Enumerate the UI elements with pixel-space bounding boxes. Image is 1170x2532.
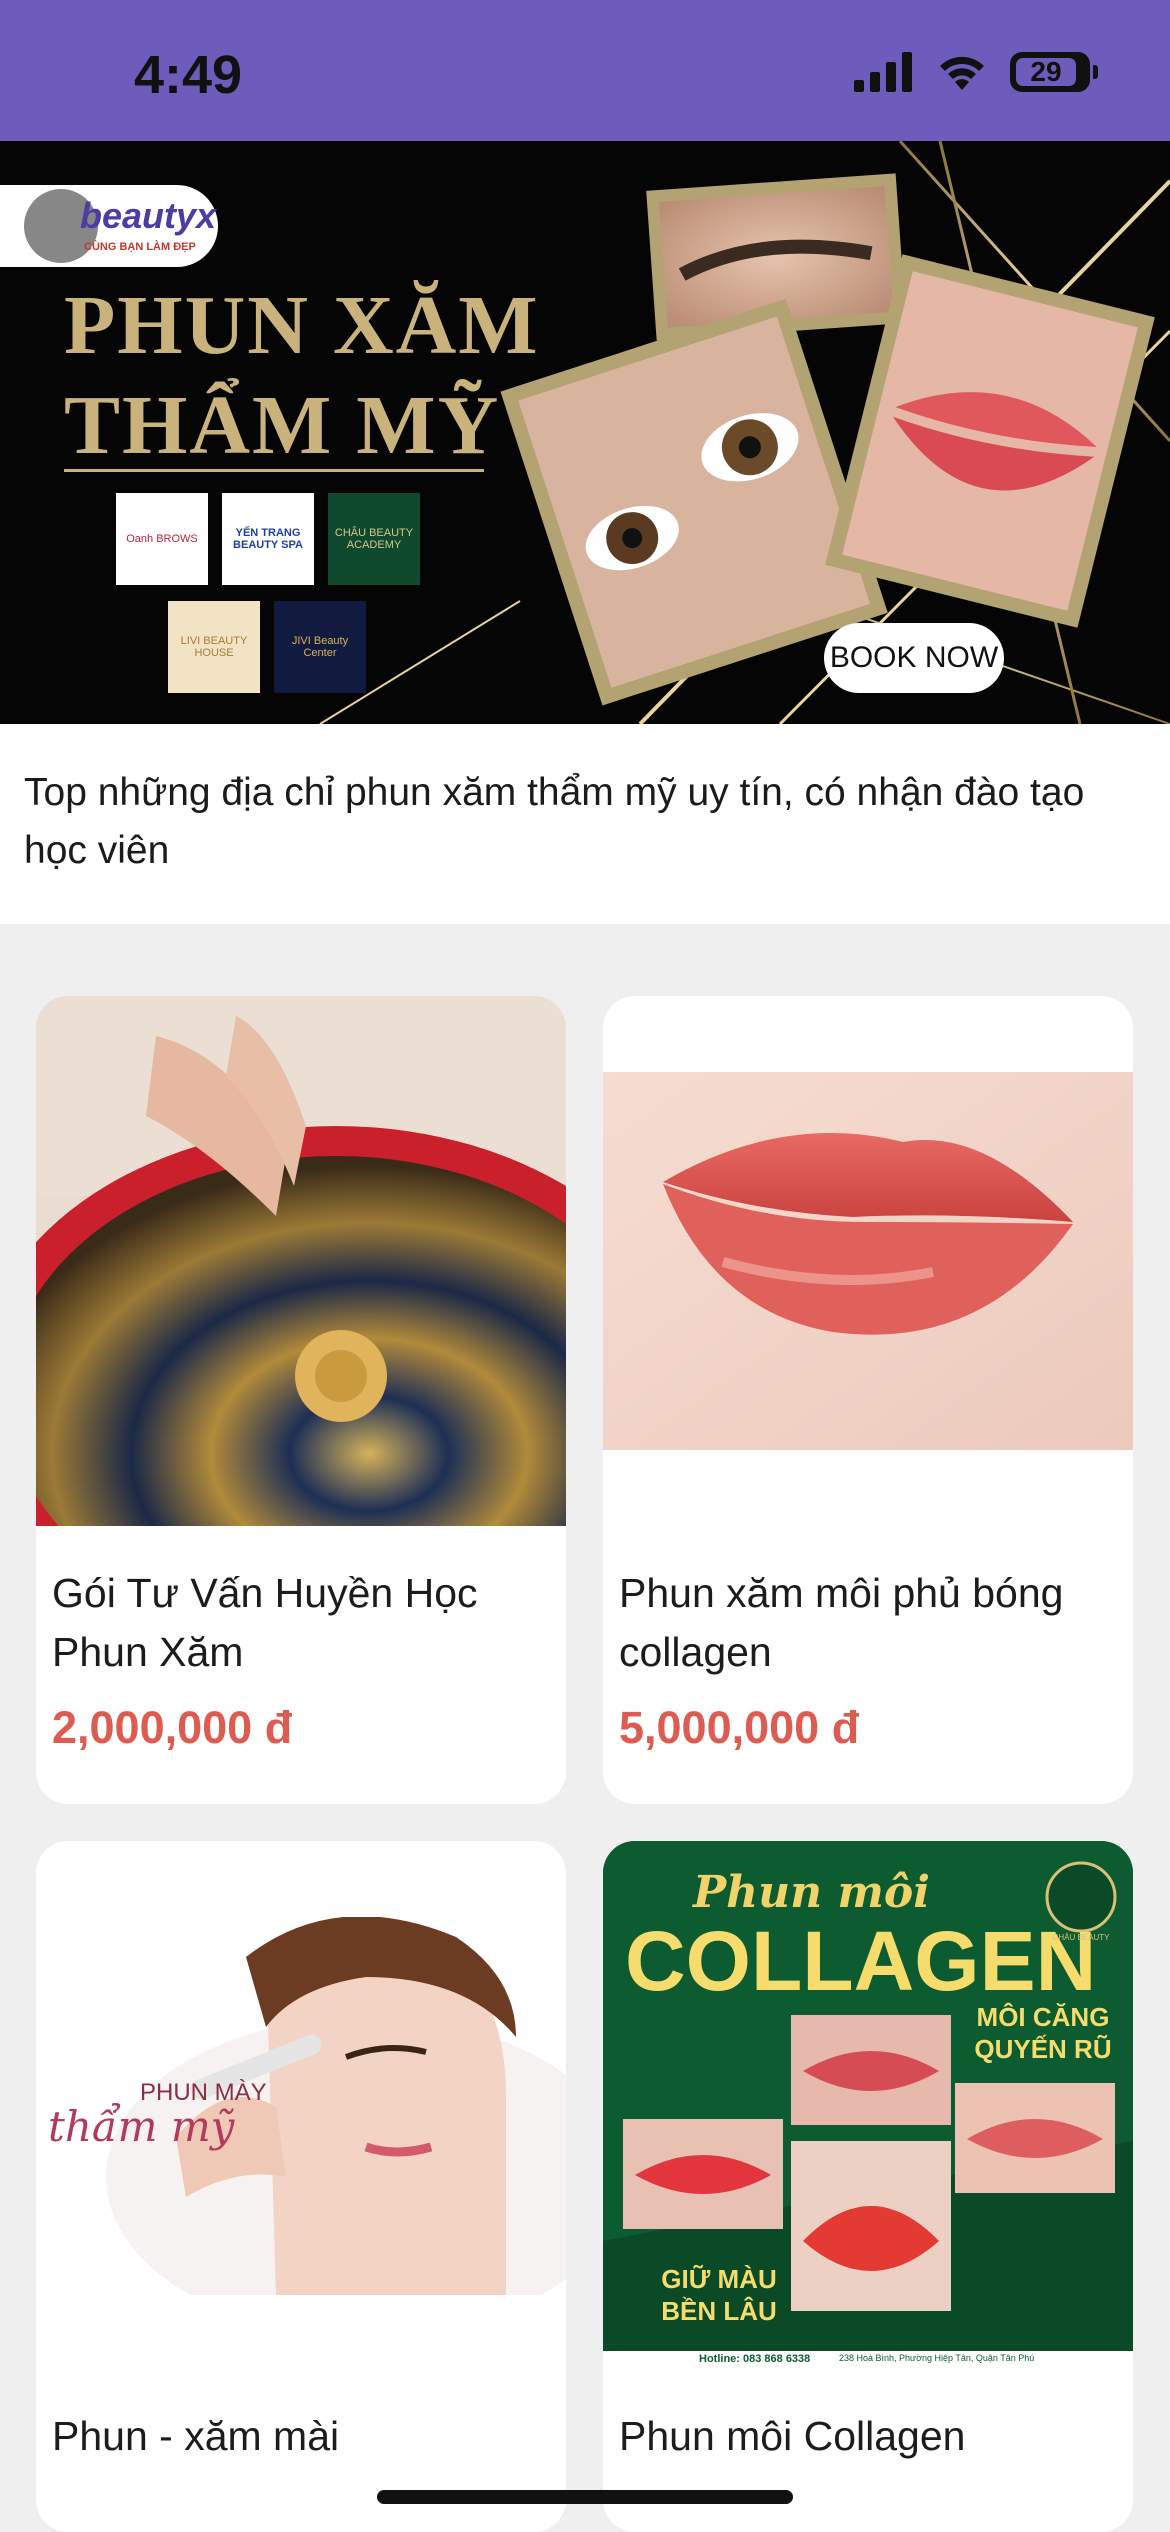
product-price: 5,000,000 đ: [619, 1702, 860, 1753]
brand-logo-livi: LIVI BEAUTY HOUSE: [168, 601, 260, 693]
home-indicator[interactable]: [377, 2490, 793, 2504]
brand-logo-jivi: JIVI Beauty Center: [274, 601, 366, 693]
product-image-compass: [36, 996, 566, 1526]
product-card[interactable]: Gói Tư Vấn Huyền Học Phun Xăm 2,000,000 …: [36, 996, 566, 1804]
poster-text-collagen: COLLAGEN: [625, 1914, 1097, 2008]
banner-divider: [64, 469, 484, 472]
product-image-collagen-poster: Phun môi COLLAGEN MÔI CĂNG QUYẾN RŨ GIỮ …: [603, 1841, 1133, 2371]
description-text: Top những địa chỉ phun xăm thẩm mỹ uy tí…: [24, 771, 1085, 872]
poster-address: 238 Hoà Bình, Phường Hiệp Tân, Quận Tân …: [839, 2353, 1035, 2363]
product-price: 2,000,000 đ: [52, 1702, 293, 1753]
poster-text-giu-mau: GIỮ MÀU BỀN LÂU: [661, 2264, 777, 2326]
product-card[interactable]: PHUN MÀY thẩm mỹ Phun - xăm mài: [36, 1841, 566, 2532]
product-name: Gói Tư Vấn Huyền Học Phun Xăm: [52, 1570, 478, 1675]
image-text-tham-my: thẩm mỹ: [48, 2102, 235, 2151]
poster-hotline: Hotline: 083 868 6338: [699, 2353, 811, 2365]
battery-icon: 29: [1010, 52, 1098, 92]
banner-title-line1: PHUN XĂM: [64, 279, 540, 372]
banner-title-line2: THẨM MỸ: [64, 379, 501, 472]
battery-level: 29: [1016, 56, 1076, 87]
product-image-eyebrow: PHUN MÀY thẩm mỹ: [36, 1917, 566, 2295]
description-section: Top những địa chỉ phun xăm thẩm mỹ uy tí…: [0, 724, 1170, 924]
product-name: Phun xăm môi phủ bóng collagen: [619, 1570, 1064, 1675]
product-name: Phun môi Collagen: [619, 2413, 966, 2459]
product-name: Phun - xăm mài: [52, 2413, 340, 2459]
product-image-lips: [603, 1072, 1133, 1450]
poster-brand: CHÂU BEAUTY: [1052, 1933, 1110, 1942]
status-time: 4:49: [134, 45, 243, 105]
product-card[interactable]: Phun môi COLLAGEN MÔI CĂNG QUYẾN RŨ GIỮ …: [603, 1841, 1133, 2532]
brand-logo-oanh: Oanh BROWS: [116, 493, 208, 585]
product-card[interactable]: Phun xăm môi phủ bóng collagen 5,000,000…: [603, 996, 1133, 1804]
signal-icon: [854, 52, 912, 92]
status-bar: 4:49 29: [0, 0, 1170, 141]
status-icons: 29: [854, 52, 1098, 92]
brand-logo-yen-trang: YẾN TRANG BEAUTY SPA: [222, 493, 314, 585]
beautyx-logo: beautyx CÙNG BẠN LÀM ĐẸP: [0, 185, 218, 267]
poster-text-moi-cang: MÔI CĂNG QUYẾN RŨ: [974, 2002, 1112, 2064]
brand-logo-chau-beauty: CHÂU BEAUTY ACADEMY: [328, 493, 420, 585]
logo-text: beautyx: [80, 195, 217, 236]
promo-banner[interactable]: beautyx CÙNG BẠN LÀM ĐẸP PHUN XĂM THẨM M…: [0, 141, 1170, 724]
logo-tagline: CÙNG BẠN LÀM ĐẸP: [84, 241, 196, 253]
book-now-button[interactable]: BOOK NOW: [824, 623, 1004, 693]
wifi-icon: [940, 56, 984, 90]
poster-text-phun-moi: Phun môi: [693, 1867, 930, 1918]
